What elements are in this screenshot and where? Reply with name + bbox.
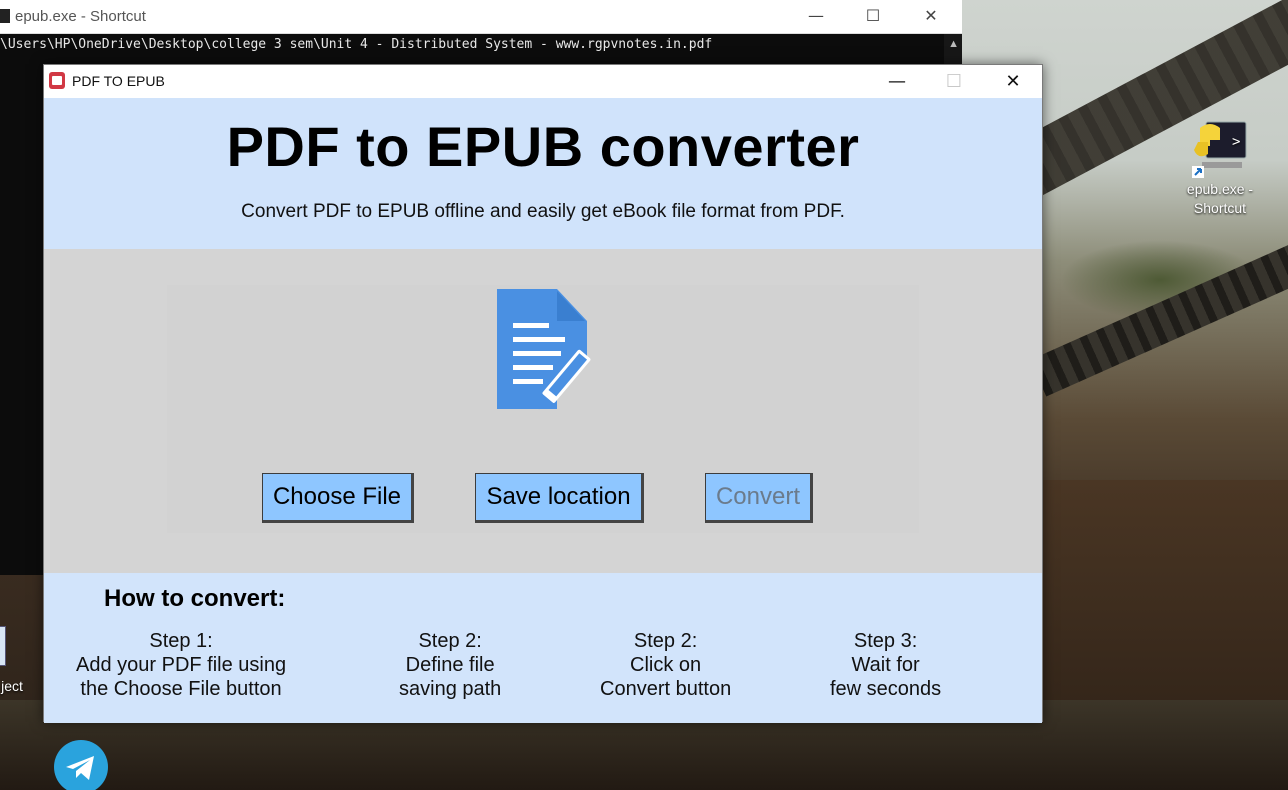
project-icon [0,626,6,666]
console-minimize-button[interactable]: — [787,0,845,34]
page-title: PDF to EPUB converter [226,115,860,178]
step-text-line2: Convert button [600,678,732,700]
window-title: PDF TO EPUB [72,73,165,89]
page-subtitle: Convert PDF to EPUB offline and easily g… [241,201,845,222]
minimize-button[interactable]: — [868,65,926,98]
convert-button[interactable]: Convert [705,473,813,523]
step-text-line2: the Choose File button [80,678,282,700]
console-title: epub.exe - Shortcut [15,8,146,25]
step-title: Step 1: [149,630,213,652]
console-maximize-button[interactable]: ☐ [844,0,902,34]
step-text-line2: few seconds [830,678,942,700]
console-titlebar[interactable]: epub.exe - Shortcut — ☐ ✕ [0,0,962,34]
python-console-icon: > [1192,118,1248,178]
header-section: PDF to EPUB converter Convert PDF to EPU… [44,98,1042,249]
how-to-section: How to convert: Step 1: Add your PDF fil… [44,573,1042,723]
step-text-line1: Define file [405,654,495,676]
pdf-to-epub-window[interactable]: PDF TO EPUB — ☐ ✕ PDF to EPUB converter … [43,64,1043,723]
console-app-icon [0,9,10,23]
step-4: Step 3: Wait for few seconds [830,629,941,701]
step-title: Step 2: [418,630,482,652]
desktop-icon-label-line2: Shortcut [1193,200,1247,216]
step-text-line1: Add your PDF file using [76,654,287,676]
choose-file-button[interactable]: Choose File [262,473,414,523]
desktop-icon-label-line1: epub.exe - [1186,181,1254,197]
console-close-button[interactable]: ✕ [902,0,960,34]
svg-text:>: > [1232,134,1240,150]
step-1: Step 1: Add your PDF file using the Choo… [76,629,286,701]
desktop-icon-project-label: ject [1,678,23,694]
app-logo-icon [49,72,65,89]
save-location-button[interactable]: Save location [475,473,644,523]
desktop-icon-epub-shortcut[interactable]: > epub.exe - Shortcut [1178,118,1262,218]
how-to-title: How to convert: [104,585,286,612]
step-3: Step 2: Click on Convert button [600,629,731,701]
close-button[interactable]: ✕ [984,65,1042,98]
console-output-line: \Users\HP\OneDrive\Desktop\college 3 sem… [0,37,713,52]
document-edit-icon [495,287,615,413]
step-text-line1: Click on [630,654,702,676]
telegram-icon[interactable] [54,740,108,790]
step-text-line2: saving path [399,678,502,700]
app-titlebar[interactable]: PDF TO EPUB — ☐ ✕ [44,65,1042,98]
chevron-up-icon[interactable]: ▲ [948,38,959,50]
maximize-button: ☐ [945,71,963,92]
step-text-line1: Wait for [851,654,920,676]
step-title: Step 2: [633,630,698,652]
converter-workspace: Choose File Save location Convert [44,249,1042,573]
step-title: Step 3: [853,630,918,652]
step-2: Step 2: Define file saving path [399,629,501,701]
